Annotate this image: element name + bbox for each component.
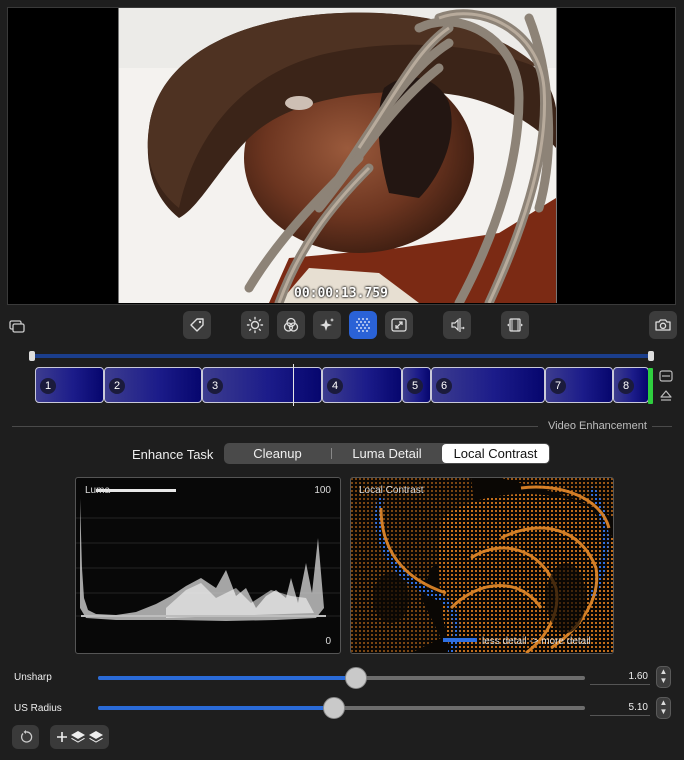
video-frame-image <box>118 8 557 303</box>
segment-number: 7 <box>550 378 566 394</box>
luma-panel: Luma 100 0 <box>75 477 341 654</box>
segment-strip: 1 2 3 4 5 6 7 8 <box>35 367 649 405</box>
segment-number: 8 <box>618 378 634 394</box>
us-radius-slider-fill <box>98 706 335 710</box>
current-segment-marker <box>648 368 653 404</box>
local-contrast-panel: Local Contrast less detail -> more detai… <box>350 477 614 654</box>
section-title: Video Enhancement <box>548 420 647 432</box>
timecode: 00:00:13.759 <box>294 286 388 301</box>
timeline-segment[interactable]: 7 <box>545 367 613 403</box>
timeline-segment[interactable]: 6 <box>431 367 545 403</box>
brightness-icon <box>246 316 264 334</box>
section-divider <box>652 426 672 427</box>
timeline-segment[interactable]: 5 <box>402 367 431 403</box>
eject-icon[interactable] <box>660 389 672 407</box>
timeline-segment[interactable]: 2 <box>104 367 202 403</box>
segment-number: 1 <box>40 378 56 394</box>
layers-icon <box>70 731 85 743</box>
luma-min-label: 0 <box>325 636 331 647</box>
unsharp-slider-fill <box>98 676 357 680</box>
color-circles-button[interactable] <box>277 311 305 339</box>
tab-local-contrast[interactable]: Local Contrast <box>442 444 549 463</box>
color-circles-icon <box>283 317 299 332</box>
track-list-icon[interactable] <box>659 369 673 387</box>
range-start-handle[interactable] <box>29 351 35 361</box>
segment-number: 5 <box>407 378 423 394</box>
film-strip-button[interactable] <box>501 311 529 339</box>
enhance-task-label: Enhance Task <box>132 447 214 462</box>
sparkle-icon <box>320 318 334 331</box>
audio-trim-icon <box>451 318 465 332</box>
tab-cleanup[interactable]: Cleanup <box>224 443 331 464</box>
reset-button[interactable] <box>12 725 39 749</box>
audio-trim-button[interactable] <box>443 311 471 339</box>
us-radius-label: US Radius <box>14 703 62 714</box>
us-radius-slider-knob[interactable] <box>323 697 346 719</box>
plus-icon <box>56 732 67 742</box>
range-end-handle[interactable] <box>648 351 654 361</box>
luma-title: Luma <box>85 485 111 496</box>
unsharp-value-field[interactable]: 1.60 <box>590 668 650 685</box>
timeline-segment[interactable]: 4 <box>322 367 402 403</box>
camera-icon <box>655 319 671 331</box>
window-stack-icon[interactable] <box>9 320 25 339</box>
segment-number: 4 <box>327 378 343 394</box>
segment-number: 2 <box>109 378 125 394</box>
brightness-button[interactable] <box>241 311 269 339</box>
tag-icon <box>190 318 204 332</box>
tab-divider <box>331 448 332 459</box>
contrast-legend: less detail -> more detail <box>482 636 591 647</box>
timeline-segment[interactable]: 1 <box>35 367 104 403</box>
dot-grid-icon <box>356 318 370 332</box>
tab-luma-detail[interactable]: Luma Detail <box>334 443 440 464</box>
layers-icon <box>88 731 103 743</box>
enhance-task-selector: Cleanup Luma Detail Local Contrast <box>224 443 550 464</box>
film-strip-icon <box>507 318 523 332</box>
resize-button[interactable] <box>385 311 413 339</box>
local-contrast-title: Local Contrast <box>359 485 424 496</box>
segment-number: 3 <box>207 378 223 394</box>
range-track[interactable] <box>32 354 652 358</box>
unsharp-stepper[interactable]: ▲ ▼ <box>656 666 671 688</box>
dot-grid-button[interactable] <box>349 311 377 339</box>
us-radius-stepper[interactable]: ▲ ▼ <box>656 697 671 719</box>
timeline-segment[interactable]: 3 <box>202 367 322 403</box>
add-layers-button[interactable] <box>50 725 109 749</box>
sparkle-button[interactable] <box>313 311 341 339</box>
unsharp-slider[interactable] <box>98 676 585 680</box>
luma-max-label: 100 <box>314 485 331 496</box>
segment-number: 6 <box>436 378 452 394</box>
reset-icon <box>20 730 32 743</box>
timeline-segment[interactable]: 8 <box>613 367 649 403</box>
resize-icon <box>391 318 407 332</box>
unsharp-slider-knob[interactable] <box>345 667 368 689</box>
playhead[interactable] <box>293 364 294 406</box>
us-radius-value-field[interactable]: 5.10 <box>590 699 650 716</box>
tag-button[interactable] <box>183 311 211 339</box>
unsharp-label: Unsharp <box>14 672 52 683</box>
camera-button[interactable] <box>649 311 677 339</box>
section-divider <box>12 426 538 427</box>
